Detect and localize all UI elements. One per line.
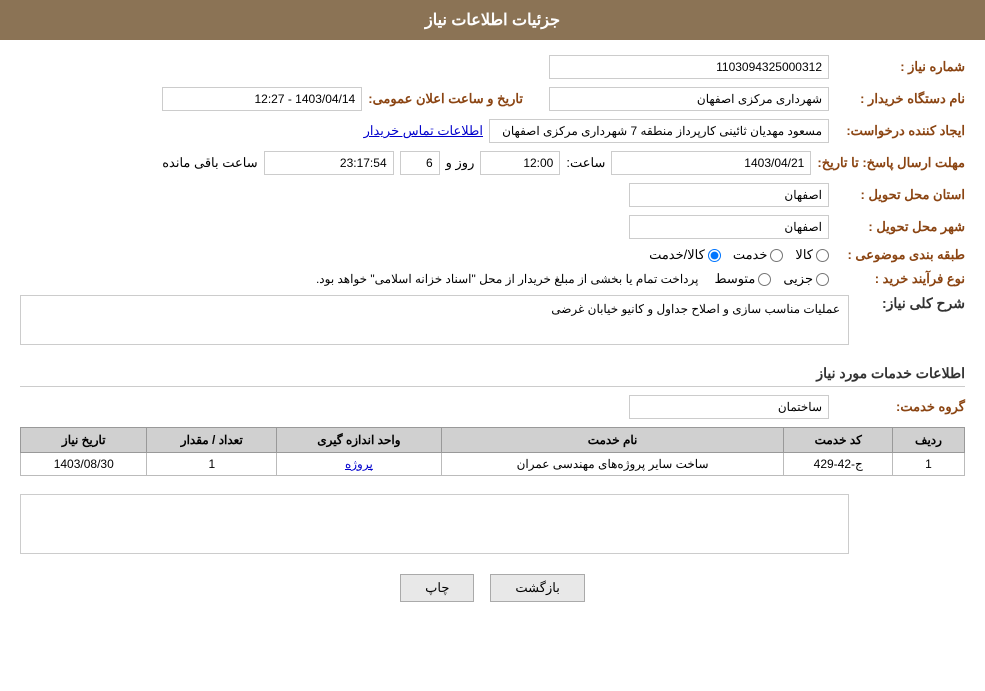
- radio-jozii: جزیی: [783, 271, 829, 287]
- col-radif: ردیف: [892, 428, 964, 453]
- radio-motavaset-label: متوسط: [714, 271, 755, 287]
- farayand-radio-group: جزیی متوسط: [714, 271, 829, 287]
- services-section-title: اطلاعات خدمات مورد نیاز: [20, 357, 965, 387]
- tarifband-row: طبقه بندی موضوعی : کالا خدمت کالا/خدمت: [20, 247, 965, 263]
- sharh-label: شرح کلی نیاز:: [855, 295, 965, 312]
- radio-khadamat-label: خدمت: [733, 247, 768, 263]
- radio-jozii-label: جزیی: [783, 271, 813, 287]
- radio-kala-khadamat-label: کالا/خدمت: [649, 247, 705, 263]
- page-header: جزئیات اطلاعات نیاز: [0, 0, 985, 40]
- col-tedad: تعداد / مقدار: [147, 428, 277, 453]
- tarifband-label: طبقه بندی موضوعی :: [835, 247, 965, 263]
- radio-kala-khadamat: کالا/خدمت: [649, 247, 721, 263]
- tarikh-namdastgah-row: نام دستگاه خریدار : تاریخ و ساعت اعلان ع…: [20, 87, 965, 111]
- radio-kala-khadamat-input[interactable]: [708, 249, 721, 262]
- tosih-row: [20, 486, 965, 554]
- buttons-row: بازگشت چاپ: [20, 574, 965, 622]
- tosih-box: [20, 494, 849, 554]
- chap-button[interactable]: چاپ: [400, 574, 474, 602]
- ijad-konande-row: ایجاد کننده درخواست: اطلاعات تماس خریدار: [20, 119, 965, 143]
- radio-khadamat: خدمت: [733, 247, 784, 263]
- ijad-konande-input[interactable]: [489, 119, 829, 143]
- radio-motavaset-input[interactable]: [758, 273, 771, 286]
- noe-farayand-label: نوع فرآیند خرید :: [835, 271, 965, 287]
- col-tarikh: تاریخ نیاز: [21, 428, 147, 453]
- mohlat-time-input[interactable]: [480, 151, 560, 175]
- nam-dastgah-label: نام دستگاه خریدار :: [835, 91, 965, 107]
- nam-dastgah-input[interactable]: [549, 87, 829, 111]
- radio-jozii-input[interactable]: [816, 273, 829, 286]
- gorohe-khadamat-label: گروه خدمت:: [835, 399, 965, 415]
- shomare-niaz-row: شماره نیاز :: [20, 55, 965, 79]
- shahr-input[interactable]: [629, 215, 829, 239]
- bazgasht-button[interactable]: بازگشت: [490, 574, 584, 602]
- mohlat-date-input[interactable]: [611, 151, 811, 175]
- shahr-label: شهر محل تحویل :: [835, 219, 965, 235]
- table-row: 1ج-42-429ساخت سایر پروژه‌های مهندسی عمرا…: [21, 453, 965, 476]
- ittela-tamas-link[interactable]: اطلاعات تماس خریدار: [364, 123, 483, 139]
- ijad-konande-label: ایجاد کننده درخواست:: [835, 123, 965, 139]
- sharh-value: عملیات مناسب سازی و اصلاح جداول و کانیو …: [551, 302, 840, 316]
- mohlat-day-label: روز و: [446, 155, 475, 171]
- col-nam: نام خدمت: [441, 428, 784, 453]
- mohlat-remaining-input[interactable]: [264, 151, 394, 175]
- mohlat-remaining-label: ساعت باقی مانده: [162, 155, 257, 171]
- services-table-container: ردیف کد خدمت نام خدمت واحد اندازه گیری ت…: [20, 427, 965, 476]
- page-wrapper: جزئیات اطلاعات نیاز شماره نیاز : نام دست…: [0, 0, 985, 691]
- mohlat-row: مهلت ارسال پاسخ: تا تاریخ: ساعت: روز و س…: [20, 151, 965, 175]
- col-vahed: واحد اندازه گیری: [277, 428, 441, 453]
- radio-khadamat-input[interactable]: [770, 249, 783, 262]
- farayand-note: پرداخت تمام یا بخشی از مبلغ خریدار از مح…: [316, 272, 699, 286]
- gorohe-khadamat-input[interactable]: [629, 395, 829, 419]
- radio-kala-input[interactable]: [816, 249, 829, 262]
- sharh-row: شرح کلی نیاز: عملیات مناسب سازی و اصلاح …: [20, 295, 965, 345]
- radio-motavaset: متوسط: [714, 271, 771, 287]
- tarikh-elan-label: تاریخ و ساعت اعلان عمومی:: [368, 91, 523, 107]
- mohlat-day-input[interactable]: [400, 151, 440, 175]
- tarikh-elan-input[interactable]: [162, 87, 362, 111]
- ostan-row: استان محل تحویل :: [20, 183, 965, 207]
- mohlat-label: مهلت ارسال پاسخ: تا تاریخ:: [817, 155, 965, 171]
- sharh-box: عملیات مناسب سازی و اصلاح جداول و کانیو …: [20, 295, 849, 345]
- radio-kala-label: کالا: [795, 247, 813, 263]
- services-table: ردیف کد خدمت نام خدمت واحد اندازه گیری ت…: [20, 427, 965, 476]
- ostan-label: استان محل تحویل :: [835, 187, 965, 203]
- shomare-niaz-input[interactable]: [549, 55, 829, 79]
- mohlat-time-label: ساعت:: [566, 155, 605, 171]
- shahr-row: شهر محل تحویل :: [20, 215, 965, 239]
- radio-kala: کالا: [795, 247, 829, 263]
- shomare-niaz-label: شماره نیاز :: [835, 59, 965, 75]
- col-kod: کد خدمت: [784, 428, 893, 453]
- tarifband-radio-group: کالا خدمت کالا/خدمت: [649, 247, 829, 263]
- page-title: جزئیات اطلاعات نیاز: [425, 12, 560, 29]
- ostan-input[interactable]: [629, 183, 829, 207]
- noe-farayand-row: نوع فرآیند خرید : جزیی متوسط پرداخت تمام…: [20, 271, 965, 287]
- content-area: شماره نیاز : نام دستگاه خریدار : تاریخ و…: [0, 40, 985, 637]
- gorohe-khadamat-row: گروه خدمت:: [20, 395, 965, 419]
